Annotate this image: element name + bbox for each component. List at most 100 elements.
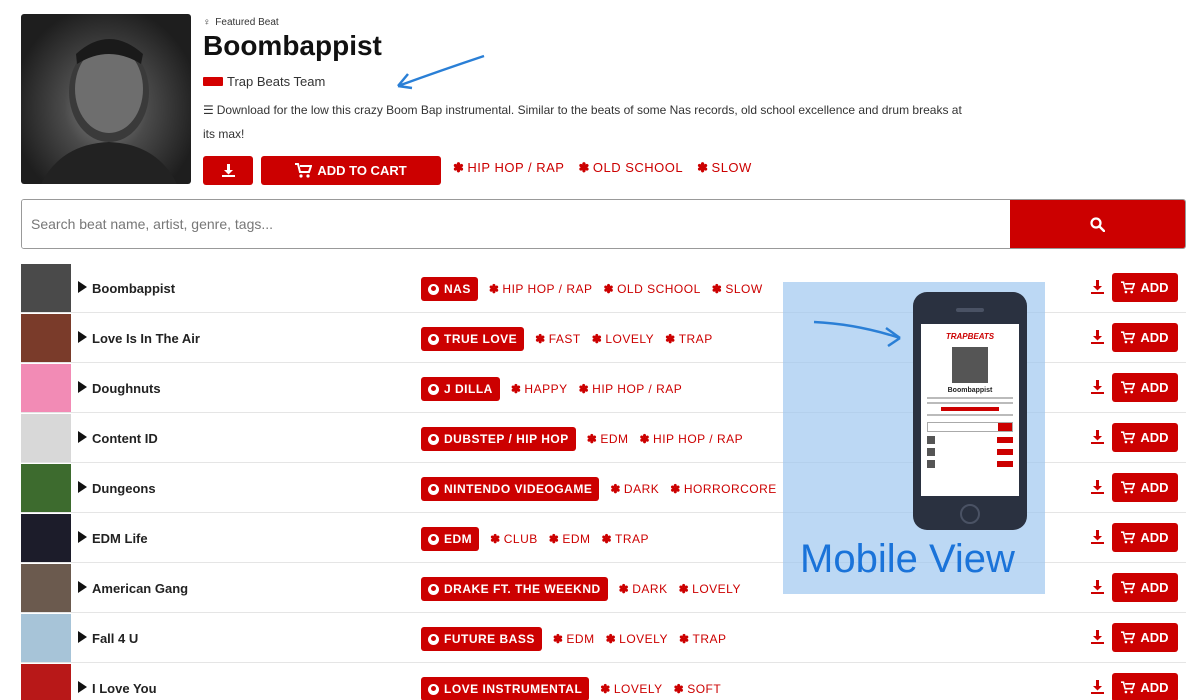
beat-title[interactable]: Love Is In The Air [92, 331, 200, 346]
add-button[interactable]: ADD [1112, 473, 1178, 502]
add-button[interactable]: ADD [1112, 423, 1178, 452]
artist-pill[interactable]: J DILLA [421, 377, 500, 401]
beat-tag[interactable]: ✽ EDM [553, 632, 595, 646]
download-icon[interactable] [1091, 480, 1104, 494]
tag-label: SLOW [725, 282, 763, 296]
artist-pill[interactable]: EDM [421, 527, 480, 551]
artist-pill[interactable]: FUTURE BASS [421, 627, 542, 651]
beat-tag[interactable]: ✽ SOFT [674, 682, 722, 696]
beat-tag[interactable]: ✽ CLUB [490, 532, 538, 546]
download-icon[interactable] [1091, 680, 1104, 694]
hashtag-icon: ✽ [552, 632, 564, 646]
download-icon[interactable] [1091, 330, 1104, 344]
play-icon[interactable] [78, 281, 87, 293]
play-icon[interactable] [78, 531, 87, 543]
beat-row[interactable]: I Love You LOVE INSTRUMENTAL ✽ LOVELY ✽ SOFT… [21, 663, 1186, 700]
beat-tag[interactable]: ✽ TRAP [679, 632, 727, 646]
add-button[interactable]: ADD [1112, 373, 1178, 402]
phone-row [927, 460, 1013, 468]
beat-tag[interactable]: ✽ EDM [549, 532, 591, 546]
hashtag-icon: ✽ [600, 682, 611, 696]
beat-tag[interactable]: ✽ TRAP [601, 532, 649, 546]
beat-tag[interactable]: ✽ HAPPY [511, 382, 568, 396]
beat-title[interactable]: Content ID [92, 431, 158, 446]
beat-tag[interactable]: ✽ FAST [535, 332, 581, 346]
search-input[interactable] [22, 200, 1010, 248]
beat-title[interactable]: EDM Life [92, 531, 148, 546]
beat-tag[interactable]: ✽ SLOW [712, 282, 763, 296]
download-icon[interactable] [1091, 580, 1104, 594]
cart-icon [1121, 481, 1136, 494]
play-icon[interactable] [78, 381, 87, 393]
play-icon[interactable] [78, 681, 87, 693]
beat-tag[interactable]: ✽ LOVELY [600, 682, 662, 696]
hashtag-icon: ✽ [488, 282, 500, 296]
beat-tag[interactable]: ✽ OLD SCHOOL [604, 282, 701, 296]
add-button[interactable]: ADD [1112, 623, 1178, 652]
artist-pill[interactable]: DRAKE FT. THE WEEKND [421, 577, 608, 601]
download-icon[interactable] [1091, 280, 1104, 294]
search-button[interactable] [1010, 200, 1185, 248]
artist-pill[interactable]: LOVE INSTRUMENTAL [421, 677, 590, 700]
user-circle-icon [428, 633, 439, 645]
add-to-cart-button[interactable]: ADD TO CART [261, 156, 441, 185]
tag-label: LOVELY [692, 582, 741, 596]
featured-producer[interactable]: Trap Beats Team [203, 74, 325, 89]
download-icon[interactable] [1091, 380, 1104, 394]
search-bar [21, 199, 1186, 249]
add-label: ADD [1140, 380, 1169, 395]
artist-pill[interactable]: NAS [421, 277, 478, 301]
cart-icon [1121, 431, 1136, 444]
beat-artwork [21, 464, 71, 512]
add-button[interactable]: ADD [1112, 523, 1178, 552]
hashtag-icon: ✽ [586, 432, 598, 446]
artist-pill[interactable]: TRUE LOVE [421, 327, 525, 351]
featured-tag[interactable]: ✽ OLD SCHOOL [578, 160, 683, 176]
play-icon[interactable] [78, 631, 87, 643]
download-icon[interactable] [1091, 530, 1104, 544]
beat-artwork [21, 514, 71, 562]
beat-tag[interactable]: ✽ TRAP [665, 332, 713, 346]
beat-tag[interactable]: ✽ LOVELY [679, 582, 741, 596]
phone-search [927, 422, 1013, 432]
beat-tag[interactable]: ✽ DARK [610, 482, 659, 496]
beat-tag[interactable]: ✽ EDM [587, 432, 629, 446]
beat-tag[interactable]: ✽ DARK [619, 582, 668, 596]
add-button[interactable]: ADD [1112, 573, 1178, 602]
tag-label: DARK [623, 482, 660, 496]
beat-tags: NAS ✽ HIP HOP / RAP ✽ OLD SCHOOL ✽ SLOW [421, 277, 763, 301]
beat-title[interactable]: Boombappist [92, 281, 175, 296]
beat-tag[interactable]: ✽ HORRORCORE [670, 482, 777, 496]
download-icon[interactable] [1091, 630, 1104, 644]
play-icon[interactable] [78, 481, 87, 493]
user-circle-icon [428, 533, 439, 545]
featured-tag[interactable]: ✽ HIP HOP / RAP [453, 160, 564, 176]
artist-name: NAS [444, 282, 471, 296]
beat-tag[interactable]: ✽ HIP HOP / RAP [579, 382, 683, 396]
beat-tag[interactable]: ✽ HIP HOP / RAP [489, 282, 593, 296]
play-icon[interactable] [78, 331, 87, 343]
featured-tag[interactable]: ✽ SLOW [697, 160, 752, 176]
beat-title[interactable]: Dungeons [92, 481, 156, 496]
add-button[interactable]: ADD [1112, 273, 1178, 302]
beat-title[interactable]: Fall 4 U [92, 631, 138, 646]
beat-tag[interactable]: ✽ LOVELY [606, 632, 668, 646]
featured-download-button[interactable] [203, 156, 253, 185]
artist-pill[interactable]: DUBSTEP / HIP HOP [421, 427, 576, 451]
add-button[interactable]: ADD [1112, 323, 1178, 352]
beat-tag[interactable]: ✽ LOVELY [592, 332, 654, 346]
beat-row[interactable]: Fall 4 U FUTURE BASS ✽ EDM ✽ LOVELY ✽ TRAP ADD [21, 613, 1186, 663]
tag-label: HIP HOP / RAP [502, 282, 593, 296]
tag-label: LOVELY [619, 632, 668, 646]
artist-pill[interactable]: NINTENDO VIDEOGAME [421, 477, 600, 501]
beat-tag[interactable]: ✽ HIP HOP / RAP [639, 432, 743, 446]
beat-title[interactable]: I Love You [92, 681, 157, 696]
producer-name[interactable]: Trap Beats Team [227, 74, 325, 89]
play-icon[interactable] [78, 581, 87, 593]
download-icon[interactable] [1091, 430, 1104, 444]
play-icon[interactable] [78, 431, 87, 443]
beat-title[interactable]: American Gang [92, 581, 188, 596]
add-button[interactable]: ADD [1112, 673, 1178, 700]
phone-speaker [956, 308, 984, 312]
beat-title[interactable]: Doughnuts [92, 381, 161, 396]
